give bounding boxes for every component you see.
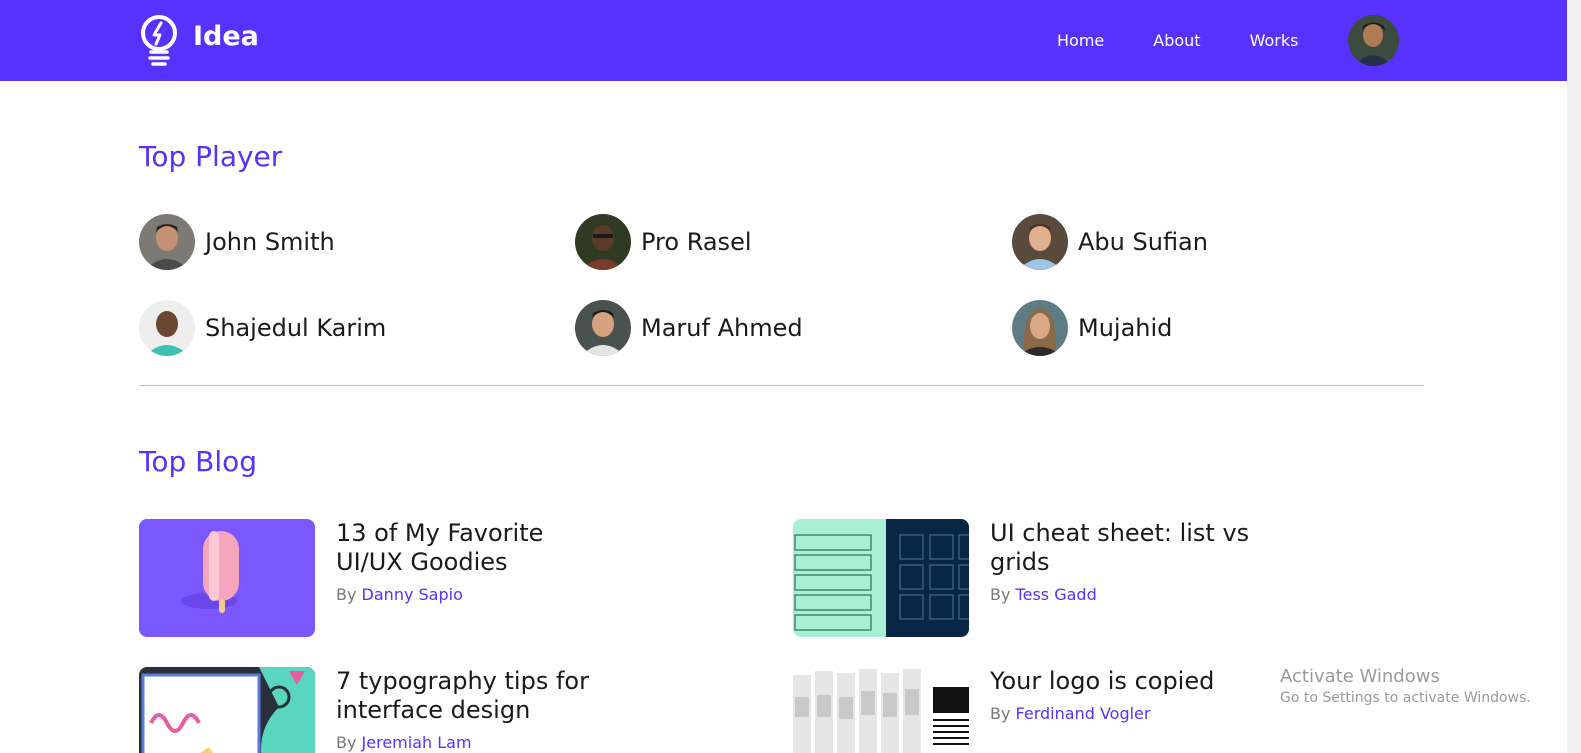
nav-link-works[interactable]: Works [1250, 31, 1299, 50]
lightbulb-logo-icon [139, 15, 179, 71]
blog-info: 7 typography tips for interface design B… [336, 667, 596, 753]
player-avatar [1012, 300, 1068, 356]
by-label: By [990, 704, 1011, 723]
player-avatar [575, 214, 631, 270]
blog-author-link[interactable]: Danny Sapio [362, 585, 463, 604]
blog-thumbnail[interactable] [139, 519, 315, 637]
player-name: Mujahid [1078, 314, 1173, 342]
blog-thumbnail[interactable] [793, 519, 969, 637]
nav-link-home[interactable]: Home [1057, 31, 1104, 50]
blog-meta: By Ferdinand Vogler [990, 704, 1250, 723]
blog-card[interactable]: 7 typography tips for interface design B… [139, 667, 596, 753]
user-avatar[interactable] [1348, 15, 1399, 66]
blog-meta: By Tess Gadd [990, 585, 1250, 604]
blog-author-link[interactable]: Jeremiah Lam [362, 733, 472, 752]
watermark-title: Activate Windows [1280, 666, 1440, 687]
blog-author-link[interactable]: Ferdinand Vogler [1016, 704, 1151, 723]
blog-title[interactable]: 7 typography tips for interface design [336, 667, 596, 725]
player-name: Abu Sufian [1078, 228, 1208, 256]
blog-info: 13 of My Favorite UI/UX Goodies By Danny… [336, 519, 596, 637]
player-name: John Smith [205, 228, 335, 256]
nav-link-about[interactable]: About [1153, 31, 1200, 50]
blog-author-link[interactable]: Tess Gadd [1016, 585, 1097, 604]
blog-card[interactable]: 13 of My Favorite UI/UX Goodies By Danny… [139, 519, 596, 637]
main-nav: Home About Works [1057, 31, 1347, 50]
player-name: Shajedul Karim [205, 314, 387, 342]
player-item[interactable]: Mujahid [1012, 300, 1172, 356]
activate-windows-watermark: Activate Windows Go to Settings to activ… [1280, 666, 1531, 706]
player-item[interactable]: John Smith [139, 214, 335, 270]
blog-title[interactable]: Your logo is copied [990, 667, 1250, 696]
by-label: By [336, 733, 357, 752]
player-avatar [139, 214, 195, 270]
section-divider [139, 385, 1424, 386]
blog-info: Your logo is copied By Ferdinand Vogler [990, 667, 1250, 753]
blog-title[interactable]: 13 of My Favorite UI/UX Goodies [336, 519, 596, 577]
blog-title[interactable]: UI cheat sheet: list vs grids [990, 519, 1250, 577]
top-player-heading: Top Player [139, 140, 283, 173]
blog-meta: By Jeremiah Lam [336, 733, 596, 752]
blog-info: UI cheat sheet: list vs grids By Tess Ga… [990, 519, 1250, 637]
blog-thumbnail[interactable] [793, 667, 969, 753]
player-item[interactable]: Shajedul Karim [139, 300, 386, 356]
player-name: Maruf Ahmed [641, 314, 803, 342]
top-blog-heading: Top Blog [139, 445, 258, 478]
navbar: Idea Home About Works [0, 0, 1567, 81]
player-item[interactable]: Maruf Ahmed [575, 300, 803, 356]
page-scrollbar[interactable] [1567, 0, 1581, 753]
blog-card[interactable]: UI cheat sheet: list vs grids By Tess Ga… [793, 519, 1250, 637]
by-label: By [336, 585, 357, 604]
player-avatar [1012, 214, 1068, 270]
logo-text: Idea [193, 20, 259, 52]
player-item[interactable]: Pro Rasel [575, 214, 752, 270]
blog-card[interactable]: Your logo is copied By Ferdinand Vogler [793, 667, 1250, 753]
blog-thumbnail[interactable] [139, 667, 315, 753]
player-item[interactable]: Abu Sufian [1012, 214, 1208, 270]
player-name: Pro Rasel [641, 228, 752, 256]
player-avatar [139, 300, 195, 356]
watermark-subtitle: Go to Settings to activate Windows. [1280, 690, 1531, 706]
logo[interactable]: Idea [139, 15, 259, 71]
player-avatar [575, 300, 631, 356]
by-label: By [990, 585, 1011, 604]
blog-meta: By Danny Sapio [336, 585, 596, 604]
